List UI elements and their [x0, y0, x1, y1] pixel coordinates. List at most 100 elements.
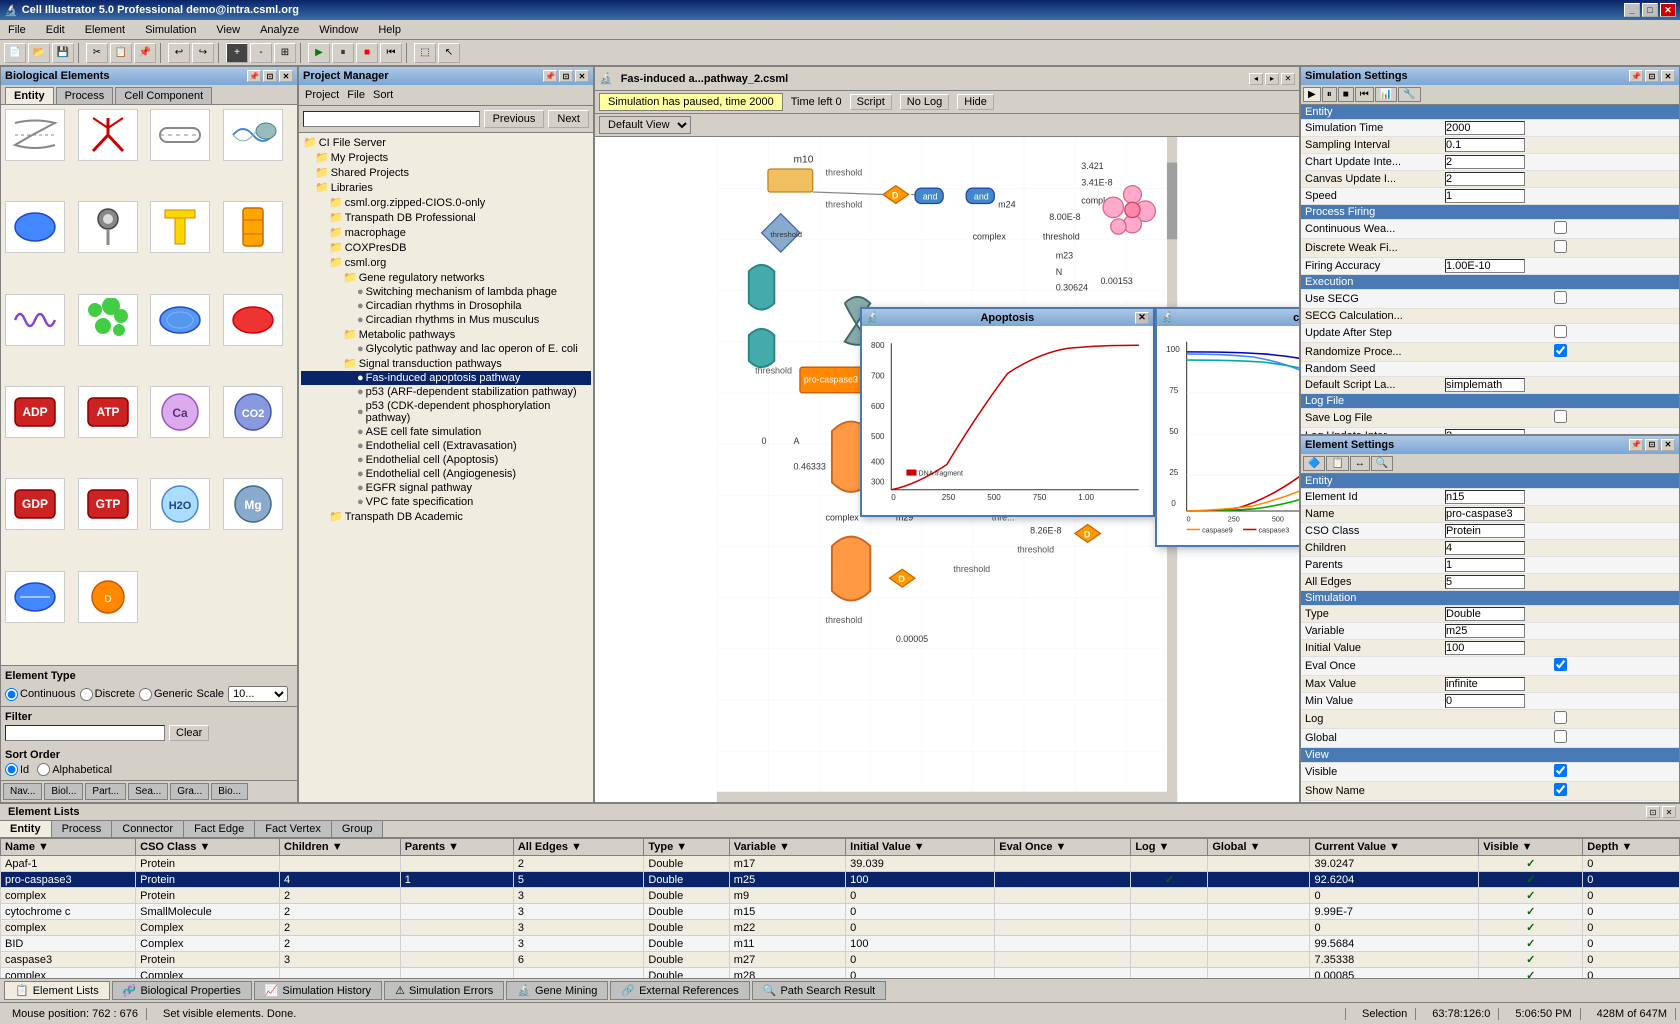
col-header-name[interactable]: Name ▼: [1, 839, 136, 856]
apoptosis-chart[interactable]: 🔬 Apoptosis ✕ 800 700 600 500 400: [860, 307, 1155, 517]
default-script-input[interactable]: [1445, 378, 1525, 392]
col-header-global[interactable]: Global ▼: [1208, 839, 1310, 856]
log-update-input[interactable]: [1445, 429, 1525, 434]
bio-close-btn[interactable]: ✕: [279, 70, 293, 82]
tree-gene-reg[interactable]: 📁 Gene regulatory networks: [301, 270, 591, 285]
tree-p53-cdk[interactable]: ● p53 (CDK-dependent phosphorylation pat…: [301, 399, 591, 425]
sim-close-btn[interactable]: ✕: [1661, 70, 1675, 82]
tree-circadian-mus[interactable]: ● Circadian rhythms in Mus musculus: [301, 313, 591, 327]
tree-coxpresdb[interactable]: 📁 COXPresDB: [301, 240, 591, 255]
bio-nav-gra[interactable]: Gra...: [170, 783, 209, 800]
tree-ci-file-server[interactable]: 📁 CI File Server: [301, 135, 591, 150]
bio-item-t-shape[interactable]: [150, 201, 210, 253]
canvas-viewport[interactable]: m10 threshold threshold D and: [595, 137, 1299, 802]
tab-el-fact-edge[interactable]: Fact Edge: [184, 821, 255, 837]
col-header-all-edges[interactable]: All Edges ▼: [513, 839, 644, 856]
project-menu-sort[interactable]: Sort: [369, 87, 397, 103]
tree-macrophage[interactable]: 📁 macrophage: [301, 225, 591, 240]
view-select[interactable]: Default View: [599, 116, 691, 134]
scale-select[interactable]: 10...: [228, 686, 288, 702]
elem-toolbar-btn2[interactable]: 📋: [1326, 456, 1348, 471]
col-header-initial[interactable]: Initial Value ▼: [846, 839, 995, 856]
bio-float-btn[interactable]: ⊡: [263, 70, 277, 82]
bio-item-misc2[interactable]: D: [78, 571, 138, 623]
tree-signal[interactable]: 📁 Signal transduction pathways: [301, 356, 591, 371]
canvas-float-btn[interactable]: ▸: [1265, 73, 1279, 85]
visible-cb[interactable]: [1554, 764, 1567, 777]
copy-btn[interactable]: 📋: [110, 43, 132, 63]
log-cb[interactable]: [1554, 711, 1567, 724]
project-menu-file[interactable]: File: [343, 87, 369, 103]
sim-stop-btn[interactable]: ■: [356, 43, 378, 63]
pointer-btn[interactable]: ↖: [438, 43, 460, 63]
canvas-update-input[interactable]: [1445, 172, 1525, 186]
col-header-type[interactable]: Type ▼: [644, 839, 729, 856]
eval-once-cb[interactable]: [1554, 658, 1567, 671]
bio-pin-btn[interactable]: 📌: [247, 70, 261, 82]
table-row[interactable]: complex Complex Double m28 0 0.00085 ✓ 0: [1, 968, 1680, 979]
elem-pin-btn[interactable]: 📌: [1629, 439, 1643, 451]
tree-ase-cell[interactable]: ● ASE cell fate simulation: [301, 425, 591, 439]
project-menu-project[interactable]: Project: [301, 87, 343, 103]
fit-btn[interactable]: ⊞: [274, 43, 296, 63]
menu-file[interactable]: File: [4, 22, 30, 38]
col-header-visible[interactable]: Visible ▼: [1479, 839, 1583, 856]
type-input[interactable]: [1445, 607, 1525, 621]
tab-cell-component[interactable]: Cell Component: [115, 87, 212, 104]
menu-analyze[interactable]: Analyze: [256, 22, 303, 38]
bio-item-mg[interactable]: Mg: [223, 478, 283, 530]
sort-by-id[interactable]: Id: [5, 763, 29, 776]
bio-nav-sea[interactable]: Sea...: [128, 783, 168, 800]
tab-process[interactable]: Process: [56, 87, 114, 104]
btn-path-search[interactable]: 🔍 Path Search Result: [752, 981, 886, 1000]
sim-time-input[interactable]: [1445, 121, 1525, 135]
apoptosis-close-btn[interactable]: ✕: [1135, 312, 1149, 324]
sim-float-btn[interactable]: ⊡: [1645, 70, 1659, 82]
tab-el-entity[interactable]: Entity: [0, 821, 52, 837]
continuous-weak-cb[interactable]: [1554, 221, 1567, 234]
bio-item-misc1[interactable]: [5, 571, 65, 623]
new-btn[interactable]: 📄: [4, 43, 26, 63]
project-pin-btn[interactable]: 📌: [543, 70, 557, 82]
element-id-input[interactable]: [1445, 490, 1525, 504]
bio-item-hbar[interactable]: [150, 109, 210, 161]
sim-toolbar-btn6[interactable]: 🔧: [1398, 87, 1420, 102]
bio-item-atp[interactable]: ATP: [78, 386, 138, 438]
show-variable-cb[interactable]: [1554, 802, 1567, 803]
project-float-btn[interactable]: ⊡: [559, 70, 573, 82]
elem-float-btn[interactable]: ⊡: [1645, 439, 1659, 451]
bio-item-oval-blue2[interactable]: [150, 294, 210, 346]
tab-el-process[interactable]: Process: [52, 821, 113, 837]
canvas-close-btn[interactable]: ✕: [1281, 73, 1295, 85]
bio-item-adp[interactable]: ADP: [5, 386, 65, 438]
bio-item-oval-blue[interactable]: [5, 201, 65, 253]
bio-item-tall-orange[interactable]: [223, 201, 283, 253]
tab-el-connector[interactable]: Connector: [112, 821, 184, 837]
sim-toolbar-btn2[interactable]: ⏸: [1322, 87, 1337, 102]
tab-el-fact-vertex[interactable]: Fact Vertex: [255, 821, 332, 837]
menu-edit[interactable]: Edit: [42, 22, 69, 38]
table-row[interactable]: caspase3 Protein 3 6 Double m27 0 7.3533…: [1, 952, 1680, 968]
tree-my-projects[interactable]: 📁 My Projects: [301, 150, 591, 165]
tree-p53-arf[interactable]: ● p53 (ARF-dependent stabilization pathw…: [301, 385, 591, 399]
open-btn[interactable]: 📂: [28, 43, 50, 63]
bio-item-co2[interactable]: CO2: [223, 386, 283, 438]
bio-item-fork[interactable]: [5, 109, 65, 161]
bio-item-h2o[interactable]: H2O: [150, 478, 210, 530]
cso-class-input[interactable]: [1445, 524, 1525, 538]
bio-nav-part[interactable]: Part...: [85, 783, 126, 800]
randomize-cb[interactable]: [1554, 344, 1567, 357]
tree-circadian-dros[interactable]: ● Circadian rhythms in Drosophila: [301, 299, 591, 313]
col-header-variable[interactable]: Variable ▼: [729, 839, 845, 856]
canvas-nolog-btn[interactable]: No Log: [900, 94, 949, 110]
project-next-btn[interactable]: Next: [548, 110, 589, 128]
sim-pin-btn[interactable]: 📌: [1629, 70, 1643, 82]
btn-sim-history[interactable]: 📈 Simulation History: [254, 981, 382, 1000]
speed-input[interactable]: [1445, 189, 1525, 203]
project-search-input[interactable]: [303, 111, 480, 127]
max-value-input[interactable]: [1445, 677, 1525, 691]
show-name-cb[interactable]: [1554, 783, 1567, 796]
sim-toolbar-btn4[interactable]: ⏮: [1355, 87, 1374, 102]
sim-play-btn[interactable]: ▶: [308, 43, 330, 63]
tree-shared-projects[interactable]: 📁 Shared Projects: [301, 165, 591, 180]
